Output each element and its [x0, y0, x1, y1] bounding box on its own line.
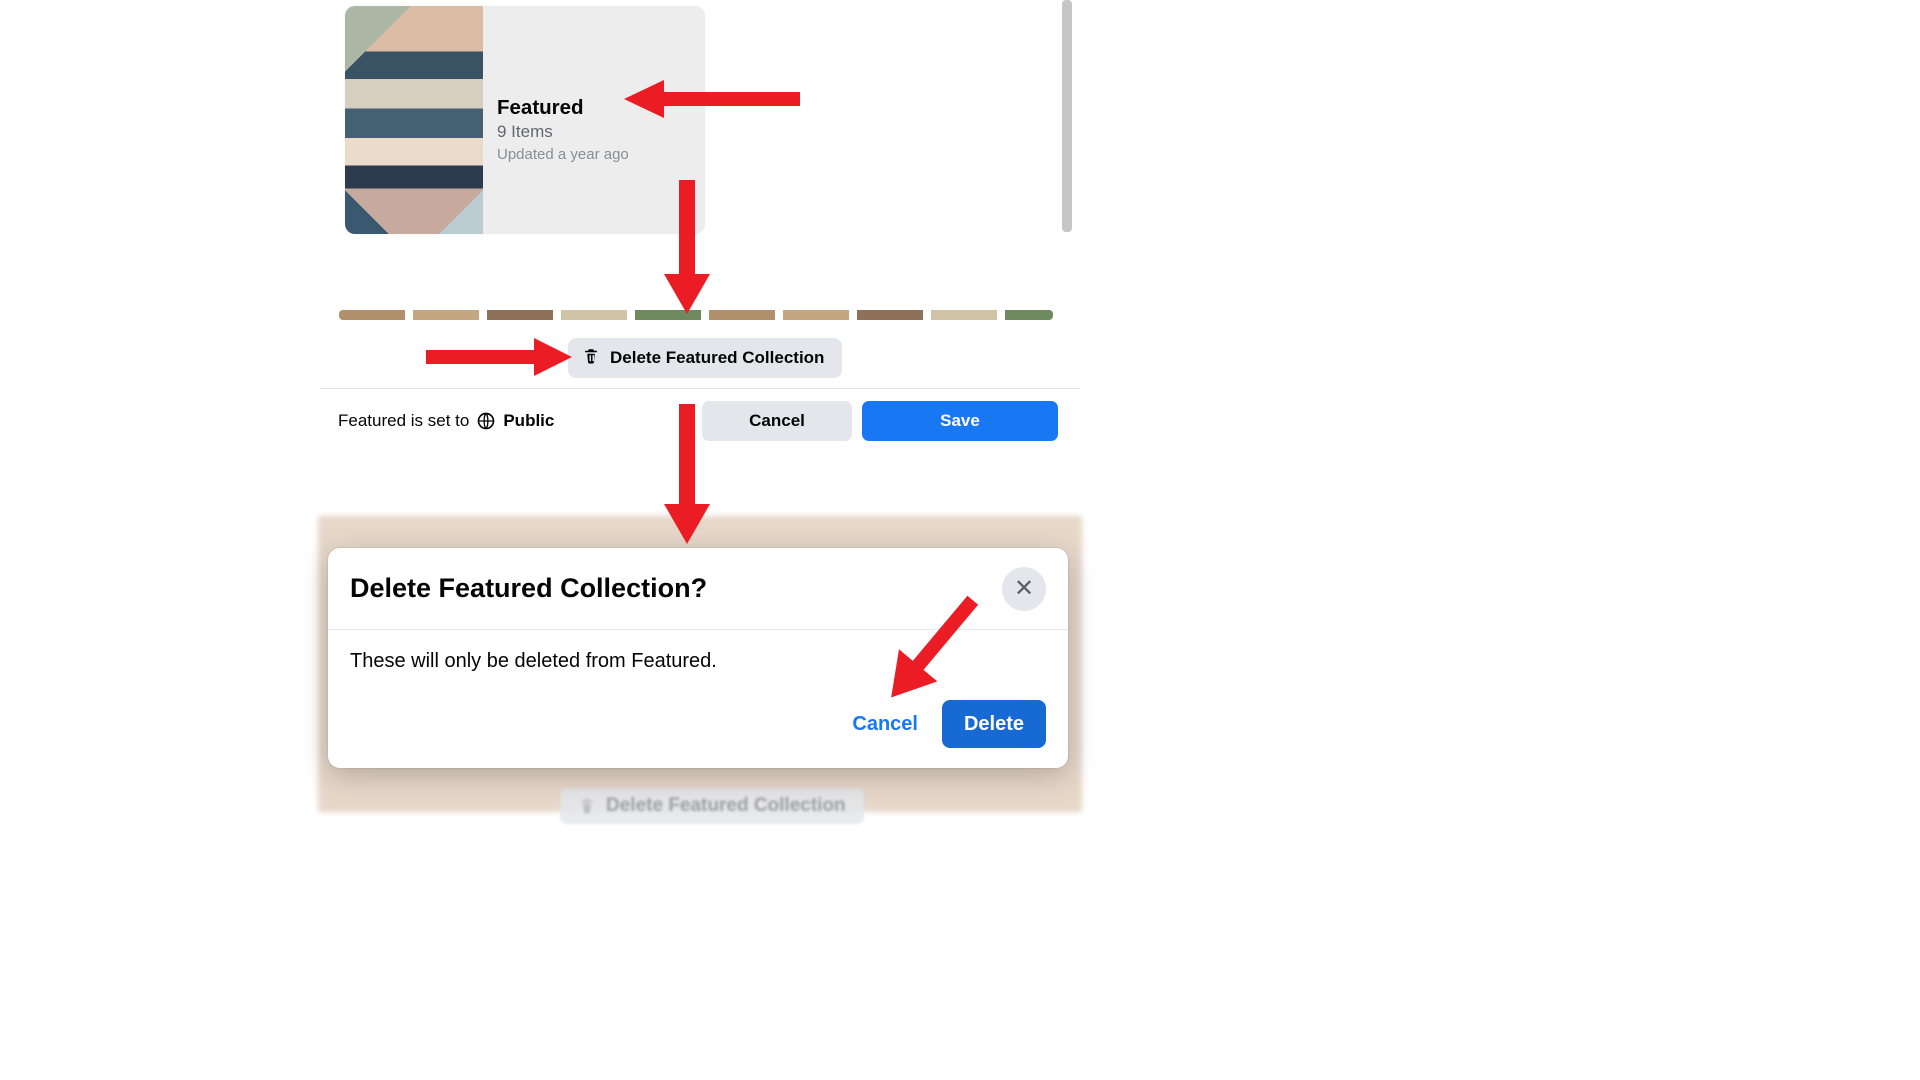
modal-cancel-label: Cancel	[852, 713, 918, 735]
modal-delete-button[interactable]: Delete	[942, 700, 1046, 748]
close-icon: ✕	[1014, 577, 1034, 601]
modal-cancel-button[interactable]: Cancel	[852, 713, 918, 736]
save-button-label: Save	[940, 411, 980, 431]
ghost-chip-label: Delete Featured Collection	[606, 795, 846, 817]
edit-footer-row: Featured is set to Public Cancel Save	[338, 400, 1058, 442]
trash-icon	[582, 347, 600, 370]
delete-featured-collection-button[interactable]: Delete Featured Collection	[568, 338, 842, 378]
divider	[320, 388, 1080, 389]
scrollbar[interactable]	[1062, 0, 1072, 232]
collection-title: Featured	[497, 96, 629, 120]
delete-chip-label: Delete Featured Collection	[610, 348, 824, 368]
delete-featured-collection-button-ghost: Delete Featured Collection	[560, 788, 864, 824]
modal-title: Delete Featured Collection?	[350, 573, 707, 604]
annotation-arrow-3	[426, 332, 572, 382]
featured-collection-card[interactable]: Featured 9 Items Updated a year ago	[345, 6, 705, 234]
collection-updated-time: Updated a year ago	[497, 146, 629, 163]
privacy-prefix: Featured is set to	[338, 411, 469, 431]
save-button[interactable]: Save	[862, 401, 1058, 441]
tutorial-steps-canvas: Featured 9 Items Updated a year ago Dele…	[0, 0, 1920, 1080]
cancel-button-label: Cancel	[749, 411, 805, 431]
privacy-level: Public	[503, 411, 554, 431]
modal-delete-label: Delete	[964, 713, 1024, 736]
confirm-delete-modal: Delete Featured Collection? ✕ These will…	[328, 548, 1068, 768]
collection-item-count: 9 Items	[497, 122, 629, 142]
globe-icon	[476, 411, 496, 431]
photo-thumbnail-strip	[339, 310, 1053, 320]
modal-body-text: These will only be deleted from Featured…	[328, 630, 1068, 673]
modal-close-button[interactable]: ✕	[1002, 567, 1046, 611]
collection-thumbnail	[345, 6, 483, 234]
cancel-button[interactable]: Cancel	[702, 401, 852, 441]
privacy-indicator: Featured is set to Public	[338, 411, 554, 431]
